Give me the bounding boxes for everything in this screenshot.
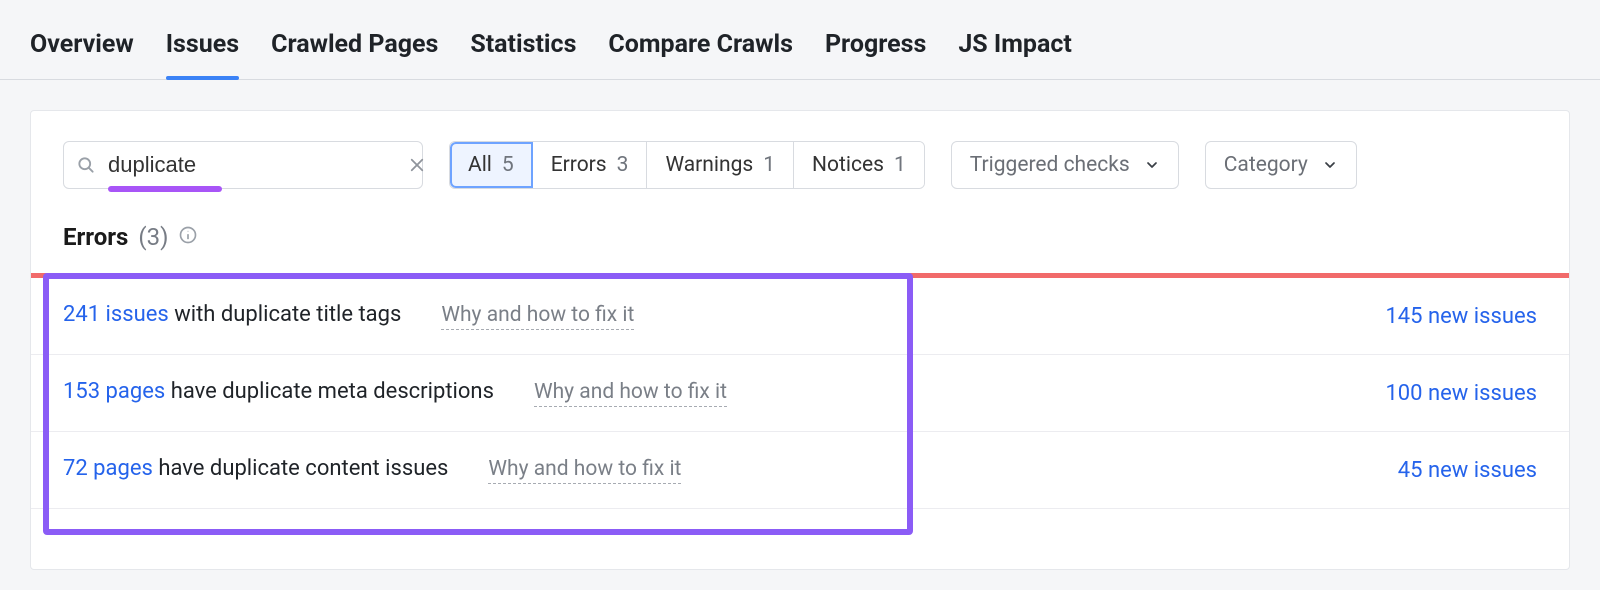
tab-crawled-pages[interactable]: Crawled Pages	[271, 30, 438, 79]
triggered-checks-dropdown[interactable]: Triggered checks	[951, 141, 1179, 189]
segment-notices[interactable]: Notices 1	[794, 142, 924, 188]
segment-count: 1	[763, 153, 775, 177]
segment-label: All	[468, 153, 492, 177]
search-box[interactable]	[63, 141, 423, 189]
tab-progress[interactable]: Progress	[825, 30, 926, 79]
issue-row: 153 pages have duplicate meta descriptio…	[31, 355, 1569, 432]
issue-text: 72 pages have duplicate content issues	[63, 456, 448, 481]
tab-statistics[interactable]: Statistics	[470, 30, 576, 79]
issue-count-link[interactable]: 153 pages	[63, 379, 165, 404]
issue-row-left: 241 issues with duplicate title tags Why…	[63, 302, 634, 330]
category-dropdown[interactable]: Category	[1205, 141, 1357, 189]
severity-filter: All 5 Errors 3 Warnings 1 Notices 1	[449, 141, 925, 189]
issue-row-left: 153 pages have duplicate meta descriptio…	[63, 379, 727, 407]
dropdown-label: Category	[1224, 153, 1308, 177]
tab-compare-crawls[interactable]: Compare Crawls	[608, 30, 793, 79]
issue-description: with duplicate title tags	[169, 302, 402, 327]
issue-text: 153 pages have duplicate meta descriptio…	[63, 379, 494, 404]
fix-link[interactable]: Why and how to fix it	[441, 303, 634, 330]
info-icon[interactable]	[178, 225, 198, 245]
new-issues-link[interactable]: 145 new issues	[1385, 304, 1537, 329]
issue-row: 72 pages have duplicate content issues W…	[31, 432, 1569, 509]
segment-label: Warnings	[665, 153, 753, 177]
issues-panel: All 5 Errors 3 Warnings 1 Notices 1 T	[30, 110, 1570, 570]
highlight-underline	[108, 186, 222, 192]
issue-row-left: 72 pages have duplicate content issues W…	[63, 456, 681, 484]
issue-text: 241 issues with duplicate title tags	[63, 302, 401, 327]
issues-list: 241 issues with duplicate title tags Why…	[31, 278, 1569, 509]
tab-overview[interactable]: Overview	[30, 30, 134, 79]
clear-icon[interactable]	[408, 156, 426, 174]
segment-errors[interactable]: Errors 3	[533, 142, 648, 188]
top-nav: Overview Issues Crawled Pages Statistics…	[0, 0, 1600, 80]
errors-heading-count: (3)	[138, 223, 168, 251]
tab-issues[interactable]: Issues	[166, 30, 239, 79]
segment-all[interactable]: All 5	[450, 142, 533, 188]
errors-heading: Errors (3)	[31, 199, 1569, 273]
tab-js-impact[interactable]: JS Impact	[958, 30, 1071, 79]
chevron-down-icon	[1322, 157, 1338, 173]
segment-warnings[interactable]: Warnings 1	[647, 142, 794, 188]
new-issues-link[interactable]: 45 new issues	[1398, 458, 1537, 483]
segment-count: 1	[894, 153, 906, 177]
issue-row: 241 issues with duplicate title tags Why…	[31, 278, 1569, 355]
issue-description: have duplicate meta descriptions	[165, 379, 494, 404]
chevron-down-icon	[1144, 157, 1160, 173]
app-root: Overview Issues Crawled Pages Statistics…	[0, 0, 1600, 590]
search-input[interactable]	[106, 151, 398, 179]
issue-description: have duplicate content issues	[153, 456, 449, 481]
issue-count-link[interactable]: 241 issues	[63, 302, 169, 327]
fix-link[interactable]: Why and how to fix it	[534, 380, 727, 407]
segment-label: Errors	[551, 153, 607, 177]
issue-count-link[interactable]: 72 pages	[63, 456, 153, 481]
fix-link[interactable]: Why and how to fix it	[488, 457, 681, 484]
search-icon	[76, 155, 96, 175]
new-issues-link[interactable]: 100 new issues	[1385, 381, 1537, 406]
segment-count: 3	[617, 153, 629, 177]
toolbar: All 5 Errors 3 Warnings 1 Notices 1 T	[31, 111, 1569, 199]
errors-heading-label: Errors	[63, 223, 128, 251]
segment-count: 5	[502, 153, 514, 177]
dropdown-label: Triggered checks	[970, 153, 1130, 177]
segment-label: Notices	[812, 153, 884, 177]
